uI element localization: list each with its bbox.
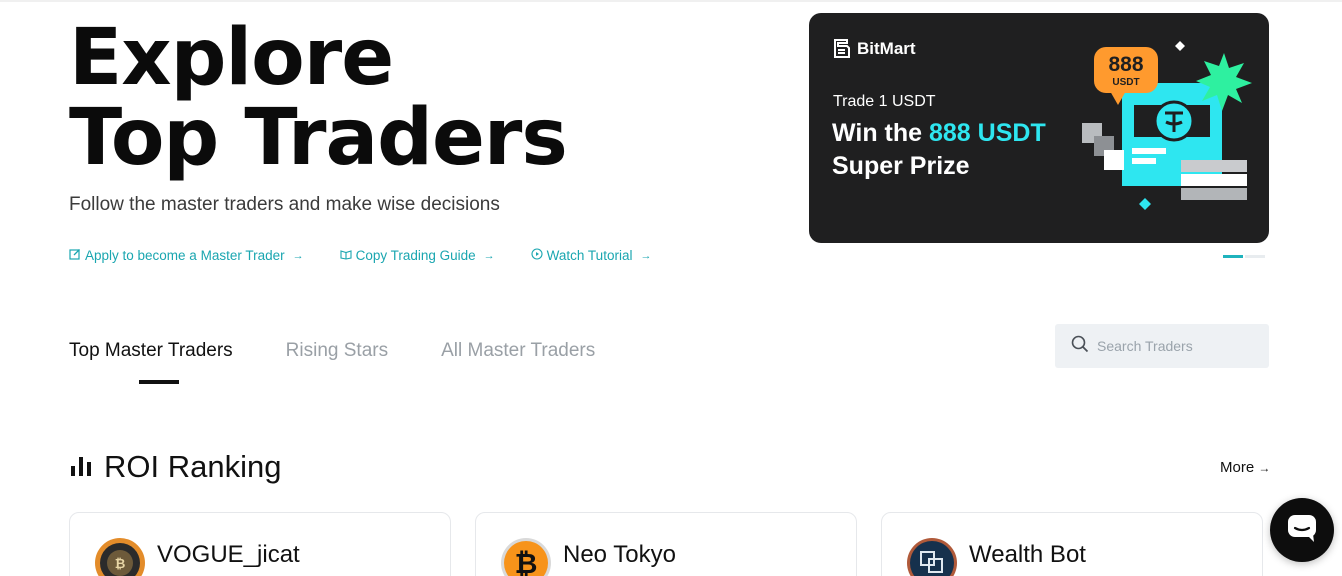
banner-win-suffix: Super Prize (832, 152, 970, 180)
bitmart-brand: BitMart (857, 39, 916, 58)
book-icon (340, 248, 352, 263)
roi-ranking-title: ROI Ranking (104, 449, 282, 484)
banner-win-prefix: Win the (832, 119, 929, 147)
page-subtitle: Follow the master traders and make wise … (69, 194, 500, 215)
apply-master-trader-link[interactable]: Apply to become a Master Trader → (69, 248, 304, 263)
watch-tutorial-label: Watch Tutorial (546, 248, 633, 263)
trader-name: Wealth Bot (969, 541, 1086, 568)
prize-illustration: 888 USDT (1082, 41, 1252, 210)
chat-support-button[interactable] (1270, 498, 1334, 562)
edit-icon (69, 248, 81, 263)
avatar: ₿ (500, 537, 552, 576)
promo-banner[interactable]: BitMart Trade 1 USDT Win the 888 USDT Su… (809, 13, 1269, 243)
watch-tutorial-link[interactable]: Watch Tutorial → (531, 248, 652, 263)
banner-headline: Win the 888 USDT Super Prize (832, 117, 1046, 183)
bitmart-logo-icon (834, 39, 850, 58)
tab-rising-stars[interactable]: Rising Stars (286, 340, 388, 362)
more-label: More (1220, 459, 1255, 476)
banner-win-highlight: 888 USDT (929, 119, 1046, 147)
trader-card[interactable]: ₿ Neo Tokyo (475, 512, 857, 576)
top-divider (0, 0, 1342, 2)
tab-all-master-traders[interactable]: All Master Traders (441, 340, 595, 362)
chat-bubble-icon (1286, 513, 1318, 548)
banner-pager (1223, 255, 1265, 258)
arrow-right-icon: → (640, 249, 652, 262)
more-link[interactable]: More → (1220, 459, 1270, 476)
search-input[interactable] (1097, 338, 1257, 354)
bitmart-logo: BitMart (833, 39, 916, 59)
trader-name: Neo Tokyo (563, 541, 676, 568)
bar-chart-icon (70, 449, 96, 485)
search-box (1055, 324, 1269, 368)
copy-trading-guide-label: Copy Trading Guide (355, 248, 476, 263)
badge-amount: 888 (1108, 53, 1143, 76)
trader-card[interactable]: ₿ VOGUE_jicat (69, 512, 451, 576)
avatar: ₿ (94, 537, 146, 576)
svg-text:₿: ₿ (515, 548, 538, 576)
arrow-right-icon: → (292, 249, 304, 262)
pager-dot-1[interactable] (1223, 255, 1243, 258)
badge-unit: USDT (1112, 77, 1139, 88)
banner-trade-text: Trade 1 USDT (833, 93, 936, 110)
page-title-line1: Explore (69, 13, 394, 103)
trader-tabs: Top Master Traders Rising Stars All Mast… (69, 340, 648, 362)
arrow-right-icon: → (483, 249, 495, 262)
play-circle-icon (531, 248, 543, 263)
search-icon (1071, 335, 1089, 358)
roi-ranking-heading: ROI Ranking (70, 449, 281, 485)
svg-text:₿: ₿ (115, 556, 126, 571)
trader-card[interactable]: Wealth Bot (881, 512, 1263, 576)
hero-links: Apply to become a Master Trader → Copy T… (69, 248, 651, 263)
avatar (906, 537, 958, 576)
arrow-right-icon: → (1258, 461, 1271, 475)
tab-top-master-traders[interactable]: Top Master Traders (69, 340, 233, 362)
page-title-line2: Top Traders (69, 93, 568, 183)
page-title: Explore Top Traders (69, 13, 568, 183)
active-tab-indicator (139, 380, 179, 384)
apply-master-trader-label: Apply to become a Master Trader (85, 248, 285, 263)
copy-trading-guide-link[interactable]: Copy Trading Guide → (340, 248, 495, 263)
pager-dot-2[interactable] (1245, 255, 1265, 258)
trader-name: VOGUE_jicat (157, 541, 300, 568)
